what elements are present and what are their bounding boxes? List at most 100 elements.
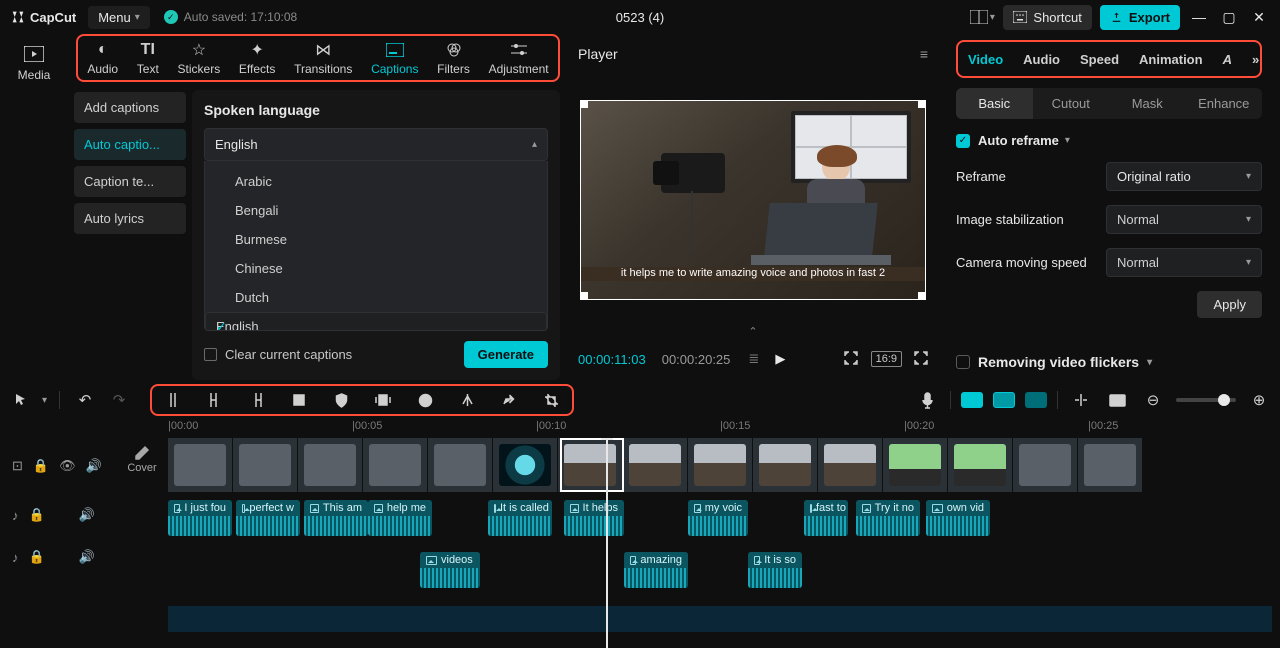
tab-stickers[interactable]: ☆Stickers: [178, 40, 221, 76]
zoom-slider[interactable]: [1176, 398, 1236, 402]
preview-mode-icon[interactable]: [1104, 387, 1130, 413]
crop-tool[interactable]: [286, 387, 312, 413]
lang-option-english[interactable]: English: [205, 312, 547, 331]
eye-icon[interactable]: 👁: [59, 458, 76, 474]
caption-clip[interactable]: It is called: [488, 500, 552, 536]
lang-option-burmese[interactable]: Burmese: [205, 225, 547, 254]
export-button[interactable]: Export: [1100, 5, 1180, 30]
music-icon[interactable]: ♪: [12, 550, 19, 565]
minimize-button[interactable]: —: [1188, 9, 1210, 25]
tab-text[interactable]: TIText: [137, 40, 159, 76]
reframe-select[interactable]: Original ratio▾: [1106, 162, 1262, 191]
caption-track-1[interactable]: I just fouperfect wThis amhelp me It is c…: [168, 500, 1272, 540]
zoom-in-icon[interactable]: ⊕: [1246, 387, 1272, 413]
insp-tab-video[interactable]: Video: [968, 52, 1003, 67]
stabilization-select[interactable]: Normal▾: [1106, 205, 1262, 234]
sub-tab-enhance[interactable]: Enhance: [1186, 88, 1263, 119]
caption-clip[interactable]: own vid: [926, 500, 990, 536]
caption-clip[interactable]: videos: [420, 552, 480, 588]
clear-captions-checkbox[interactable]: Clear current captions: [204, 347, 352, 362]
tab-effects[interactable]: ✦Effects: [239, 40, 275, 76]
align-icon[interactable]: [1068, 387, 1094, 413]
sub-tab-mask[interactable]: Mask: [1109, 88, 1186, 119]
chevron-down-icon[interactable]: ▾: [1065, 135, 1070, 146]
auto-reframe-checkbox[interactable]: ✓: [956, 134, 970, 148]
apply-button[interactable]: Apply: [1197, 291, 1262, 318]
cam-speed-select[interactable]: Normal▾: [1106, 248, 1262, 277]
zoom-preset-2[interactable]: [993, 392, 1015, 408]
insp-tab-overflow[interactable]: A: [1223, 52, 1232, 67]
chevron-down-icon[interactable]: ▾: [42, 395, 47, 406]
fullscreen-icon[interactable]: [914, 351, 928, 368]
scale-icon[interactable]: [843, 350, 859, 369]
trim-right-tool[interactable]: [244, 387, 270, 413]
redo-button[interactable]: ↷: [106, 387, 132, 413]
sidebar-item-add-captions[interactable]: Add captions: [74, 92, 186, 123]
insp-tab-speed[interactable]: Speed: [1080, 52, 1119, 67]
player-menu-icon[interactable]: ≡: [920, 46, 928, 62]
play-button[interactable]: ▶: [775, 351, 785, 367]
mute-icon[interactable]: 🔊: [79, 549, 95, 565]
rotate-tool[interactable]: [496, 387, 522, 413]
lang-option-arabic[interactable]: Arabic: [205, 167, 547, 196]
lang-option-bengali[interactable]: Bengali: [205, 196, 547, 225]
cover-button[interactable]: Cover: [120, 438, 164, 648]
flicker-checkbox[interactable]: [956, 355, 970, 369]
caption-clip[interactable]: perfect w: [236, 500, 300, 536]
close-button[interactable]: ✕: [1248, 9, 1270, 26]
sub-tab-basic[interactable]: Basic: [956, 88, 1033, 119]
reverse-tool[interactable]: [412, 387, 438, 413]
mute-icon[interactable]: 🔊: [86, 458, 102, 474]
collapse-icon[interactable]: ⌃: [578, 325, 928, 338]
caption-clip[interactable]: Try it no: [856, 500, 920, 536]
tab-adjustment[interactable]: Adjustment: [489, 40, 549, 76]
lock-icon[interactable]: 🔒: [33, 458, 49, 474]
pointer-tool[interactable]: [8, 387, 34, 413]
list-icon[interactable]: ≣: [748, 351, 759, 367]
caption-clip[interactable]: I just fou: [168, 500, 232, 536]
frames-tool[interactable]: [370, 387, 396, 413]
tab-audio[interactable]: ◐Audio: [87, 40, 118, 76]
crop2-tool[interactable]: [538, 387, 564, 413]
language-select[interactable]: English▴: [204, 128, 548, 161]
shield-tool[interactable]: [328, 387, 354, 413]
link-icon[interactable]: ⊡: [12, 458, 23, 474]
sidebar-item-auto-lyrics[interactable]: Auto lyrics: [74, 203, 186, 234]
tab-captions[interactable]: Captions: [371, 40, 418, 76]
chevron-down-icon[interactable]: ▾: [1147, 357, 1152, 368]
zoom-preset-1[interactable]: [961, 392, 983, 408]
caption-track-2[interactable]: videos amazing It is so: [168, 552, 1272, 592]
zoom-out-icon[interactable]: ⊖: [1140, 387, 1166, 413]
mic-icon[interactable]: [914, 387, 940, 413]
insp-tab-audio[interactable]: Audio: [1023, 52, 1060, 67]
music-icon[interactable]: ♪: [12, 508, 19, 523]
caption-clip[interactable]: It is so: [748, 552, 802, 588]
more-icon[interactable]: »: [1252, 52, 1259, 67]
caption-clip[interactable]: my voic: [688, 500, 748, 536]
lock-icon[interactable]: 🔒: [29, 507, 45, 523]
caption-clip[interactable]: It helps: [564, 500, 624, 536]
caption-clip[interactable]: This am: [304, 500, 368, 536]
caption-clip[interactable]: fast to: [804, 500, 848, 536]
tab-transitions[interactable]: ⋈Transitions: [294, 40, 352, 76]
split-tool[interactable]: [160, 387, 186, 413]
tab-filters[interactable]: Filters: [437, 40, 470, 76]
video-track[interactable]: [168, 438, 1272, 492]
overlay-track[interactable]: [168, 606, 1272, 632]
aspect-ratio[interactable]: 16:9: [871, 351, 902, 367]
tab-media[interactable]: Media: [4, 38, 64, 88]
lock-icon[interactable]: 🔒: [29, 549, 45, 565]
trim-left-tool[interactable]: [202, 387, 228, 413]
caption-clip[interactable]: amazing: [624, 552, 688, 588]
shortcut-button[interactable]: Shortcut: [1003, 5, 1091, 30]
generate-button[interactable]: Generate: [464, 341, 548, 368]
mirror-tool[interactable]: [454, 387, 480, 413]
lang-option-chinese[interactable]: Chinese: [205, 254, 547, 283]
zoom-preset-3[interactable]: [1025, 392, 1047, 408]
insp-tab-animation[interactable]: Animation: [1139, 52, 1203, 67]
lang-option-dutch[interactable]: Dutch: [205, 283, 547, 312]
video-preview[interactable]: it helps me to write amazing voice and p…: [580, 100, 926, 300]
timeline-ruler[interactable]: |00:00 |00:05 |00:10 |00:15 |00:20 |00:2…: [168, 420, 1272, 438]
caption-clip[interactable]: help me: [368, 500, 432, 536]
playhead[interactable]: [606, 438, 608, 648]
